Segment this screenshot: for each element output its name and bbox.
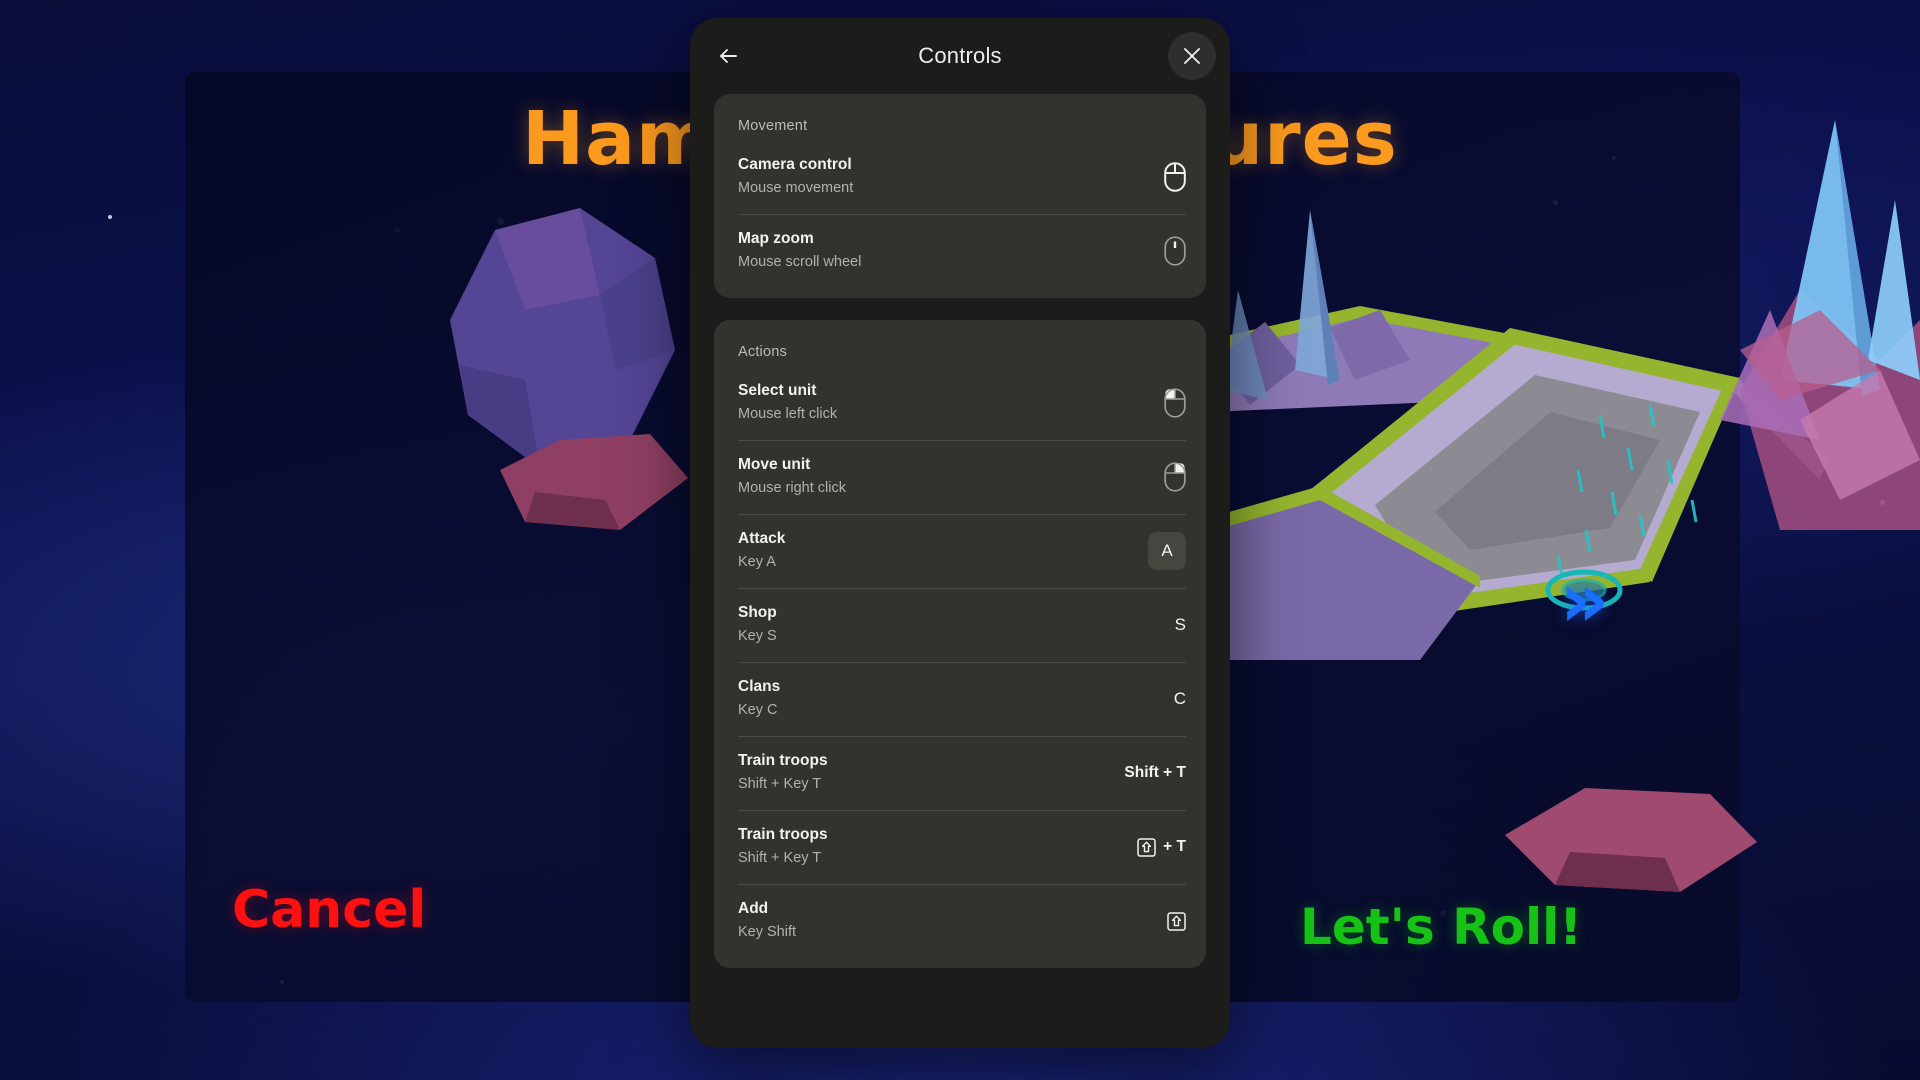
row-attack[interactable]: Attack Key A A	[714, 514, 1206, 588]
row-camera-control[interactable]: Camera control Mouse movement	[714, 140, 1206, 214]
row-shop[interactable]: Shop Key S S	[714, 588, 1206, 662]
row-accessory	[1140, 236, 1186, 266]
row-subtitle: Shift + Key T	[738, 850, 822, 867]
mouse-scroll-icon	[1164, 236, 1186, 266]
row-map-zoom[interactable]: Map zoom Mouse scroll wheel	[714, 214, 1206, 288]
row-text: Train troops Shift + Key T	[738, 825, 1137, 868]
key-combo-shift-t: Shift + T	[1124, 764, 1186, 781]
key-combo-plus-t: + T	[1163, 838, 1186, 855]
row-text: Train troops Shift + Key T	[738, 751, 1124, 794]
row-text: Map zoom Mouse scroll wheel	[738, 229, 1140, 272]
row-accessory	[1140, 162, 1186, 192]
cancel-button[interactable]: Cancel	[232, 880, 426, 940]
lets-roll-button[interactable]: Let's Roll!	[1300, 898, 1582, 956]
arrow-left-icon	[716, 44, 740, 68]
row-subtitle: Key C	[738, 702, 778, 719]
row-text: Camera control Mouse movement	[738, 155, 1140, 198]
row-train-troops-icon[interactable]: Train troops Shift + Key T + T	[714, 810, 1206, 884]
star	[108, 215, 112, 219]
row-select-unit[interactable]: Select unit Mouse left click	[714, 366, 1206, 440]
row-subtitle: Mouse right click	[738, 480, 846, 497]
row-title: Camera control	[738, 156, 852, 174]
row-title: Add	[738, 900, 769, 918]
back-button[interactable]	[704, 32, 752, 80]
row-accessory: Shift + T	[1124, 764, 1186, 782]
row-accessory	[1140, 388, 1186, 418]
row-text: Shop Key S	[738, 603, 1140, 646]
row-move-unit[interactable]: Move unit Mouse right click	[714, 440, 1206, 514]
row-clans[interactable]: Clans Key C C	[714, 662, 1206, 736]
key-badge-c: C	[1173, 689, 1186, 708]
section-movement: Movement Camera control Mouse movement M…	[714, 94, 1206, 298]
row-subtitle: Key S	[738, 628, 777, 645]
row-text: Attack Key A	[738, 529, 1140, 572]
row-add[interactable]: Add Key Shift	[714, 884, 1206, 958]
rock-shard-right	[1505, 788, 1757, 892]
row-accessory: + T	[1137, 837, 1186, 857]
controls-dialog: Controls Movement Camera control Mouse m…	[690, 18, 1230, 1048]
row-title: Shop	[738, 604, 777, 622]
forward-chevrons-icon: »	[1560, 555, 1609, 644]
shift-key-icon	[1167, 911, 1186, 931]
key-badge-a: A	[1148, 532, 1186, 570]
row-text: Move unit Mouse right click	[738, 455, 1140, 498]
row-text: Add Key Shift	[738, 899, 1140, 942]
row-subtitle: Key A	[738, 554, 776, 571]
section-title-movement: Movement	[738, 118, 808, 134]
shift-key-icon	[1137, 837, 1156, 857]
close-icon	[1183, 47, 1201, 65]
row-subtitle: Mouse left click	[738, 406, 838, 423]
row-title: Attack	[738, 530, 786, 548]
key-badge-s: S	[1174, 615, 1186, 634]
row-text: Clans Key C	[738, 677, 1140, 720]
row-title: Clans	[738, 678, 781, 696]
row-accessory	[1140, 462, 1186, 492]
row-title: Move unit	[738, 456, 811, 474]
row-subtitle: Mouse scroll wheel	[738, 254, 862, 271]
section-actions: Actions Select unit Mouse left click Mov…	[714, 320, 1206, 968]
row-accessory: C	[1140, 689, 1186, 709]
mouse-left-click-icon	[1164, 388, 1186, 418]
close-button[interactable]	[1168, 32, 1216, 80]
mouse-move-icon	[1164, 162, 1186, 192]
row-accessory: S	[1140, 615, 1186, 635]
row-title: Train troops	[738, 826, 828, 844]
dialog-header: Controls	[690, 18, 1230, 94]
row-accessory: A	[1140, 532, 1186, 570]
rock-shard-left	[500, 434, 688, 530]
row-subtitle: Mouse movement	[738, 180, 854, 197]
mouse-right-click-icon	[1164, 462, 1186, 492]
row-title: Select unit	[738, 382, 817, 400]
row-train-troops-text[interactable]: Train troops Shift + Key T Shift + T	[714, 736, 1206, 810]
row-title: Train troops	[738, 752, 828, 770]
row-text: Select unit Mouse left click	[738, 381, 1140, 424]
dialog-title: Controls	[918, 43, 1002, 68]
row-accessory	[1140, 911, 1186, 931]
row-subtitle: Key Shift	[738, 924, 797, 941]
row-title: Map zoom	[738, 230, 814, 248]
section-title-actions: Actions	[738, 344, 787, 360]
row-subtitle: Shift + Key T	[738, 776, 822, 793]
